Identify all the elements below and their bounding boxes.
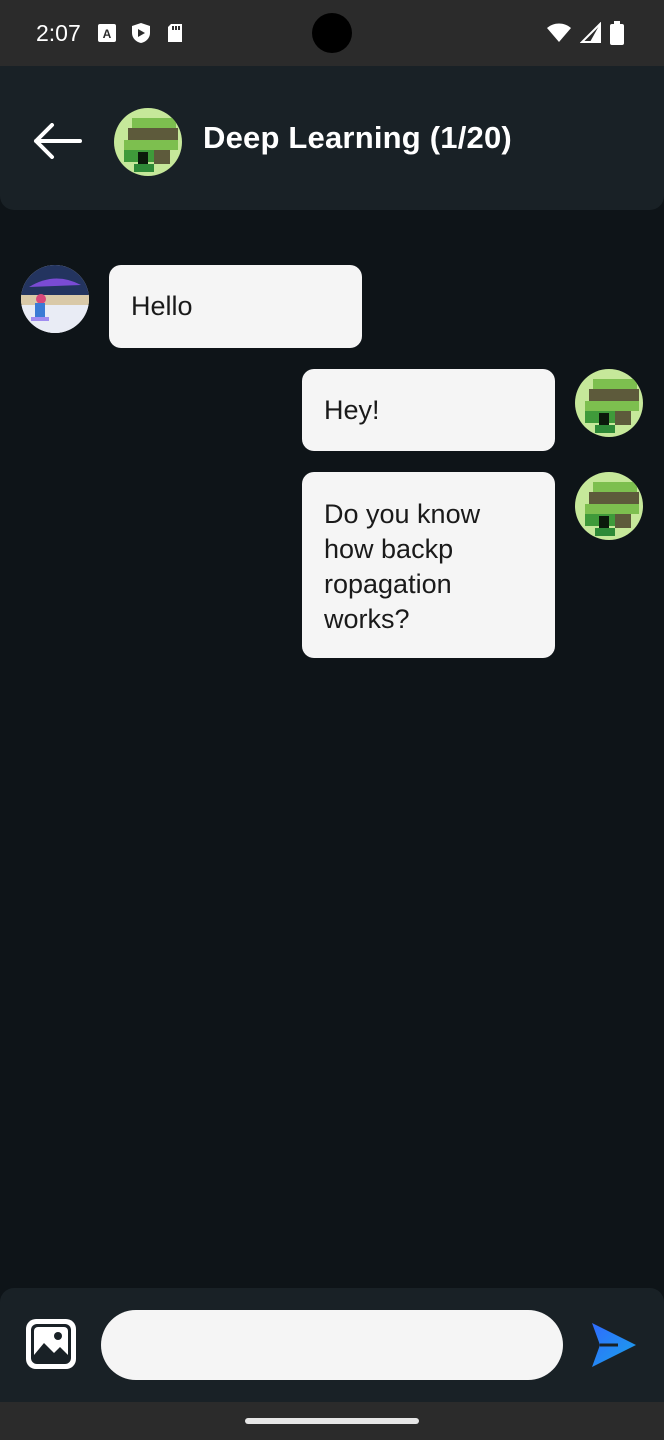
- wifi-icon: [546, 22, 572, 49]
- send-icon: [592, 1323, 636, 1367]
- camera-cutout: [312, 13, 352, 53]
- shield-icon: [130, 22, 152, 44]
- navigation-bar: [0, 1402, 664, 1440]
- bot-avatar[interactable]: [575, 472, 643, 540]
- status-icons-left: A: [96, 22, 186, 44]
- message-bubble-incoming[interactable]: Hello: [109, 265, 362, 348]
- message-line: how backp: [324, 534, 454, 564]
- bot-avatar[interactable]: [114, 108, 182, 176]
- text-icon: A: [96, 22, 118, 44]
- message-text: Hey!: [324, 395, 380, 425]
- attach-image-button[interactable]: [24, 1317, 78, 1371]
- status-bar: 2:07 A: [0, 0, 664, 66]
- message-bubble-outgoing[interactable]: Hey!: [302, 369, 555, 451]
- message-line: Do you know: [324, 499, 481, 529]
- chat-title: Deep Learning (1/20): [203, 120, 512, 155]
- message-line: ropagation: [324, 569, 452, 599]
- message-composer: [0, 1288, 664, 1402]
- back-button[interactable]: [28, 118, 86, 164]
- svg-text:A: A: [103, 27, 112, 41]
- message-text: Hello: [131, 291, 193, 321]
- status-time: 2:07: [36, 20, 81, 46]
- chat-header: Deep Learning (1/20): [0, 66, 664, 210]
- home-indicator[interactable]: [245, 1418, 419, 1424]
- image-icon: [26, 1319, 76, 1369]
- message-line: works?: [324, 604, 410, 634]
- sd-card-icon: [164, 22, 186, 44]
- message-bubble-outgoing[interactable]: Do you know how backp ropagation works?: [302, 472, 555, 658]
- bot-avatar[interactable]: [575, 369, 643, 437]
- status-icons-right: [546, 21, 624, 50]
- message-input[interactable]: [101, 1310, 563, 1380]
- user-avatar[interactable]: [21, 265, 89, 333]
- send-button[interactable]: [588, 1321, 638, 1369]
- signal-icon: [579, 21, 602, 49]
- battery-icon: [610, 21, 624, 50]
- arrow-left-icon: [34, 123, 82, 159]
